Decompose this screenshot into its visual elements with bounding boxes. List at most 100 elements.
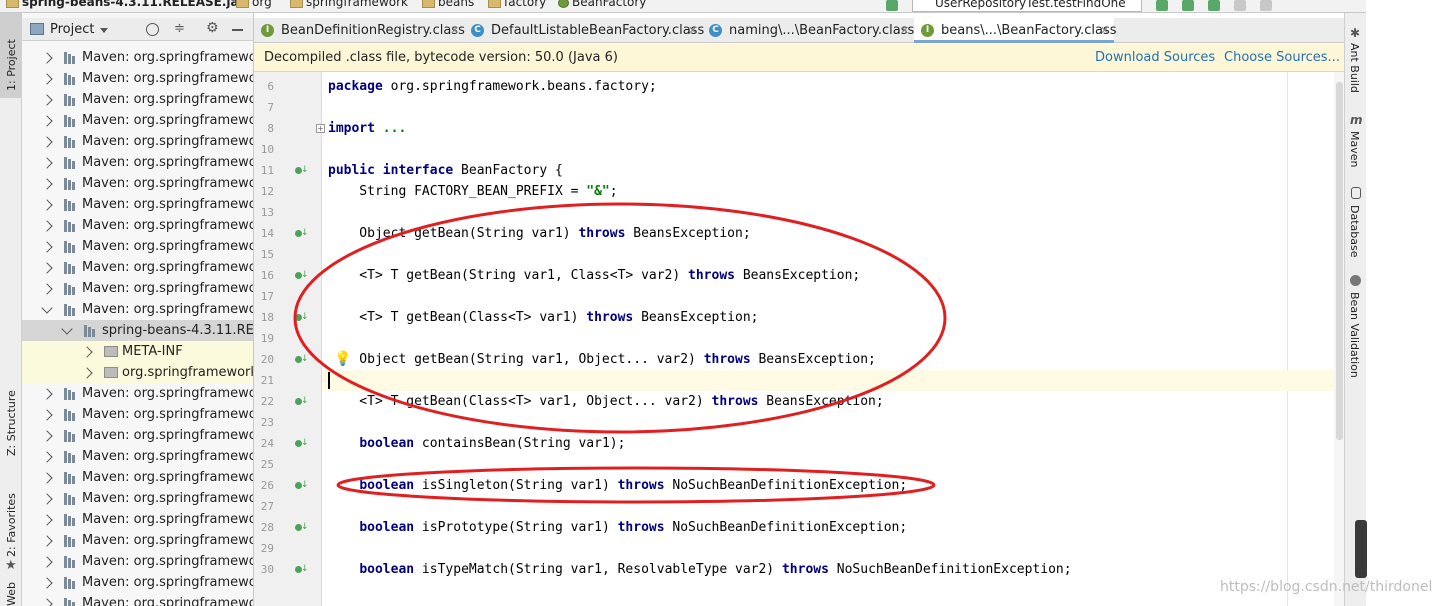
tree-item-maven-library[interactable]: Maven: org.springframework (22, 131, 253, 152)
stop-icon[interactable] (1260, 0, 1272, 11)
choose-sources-link[interactable]: Choose Sources... (1224, 44, 1340, 72)
chevron-right-icon[interactable] (41, 52, 53, 64)
chevron-down-icon[interactable] (41, 302, 53, 314)
chevron-right-icon[interactable] (41, 409, 53, 421)
structure-tool-tab[interactable]: Z: Structure (5, 390, 18, 456)
breadcrumb-springframework[interactable]: springframework (290, 0, 408, 9)
chevron-right-icon[interactable] (41, 115, 53, 127)
chevron-down-icon[interactable] (100, 28, 108, 33)
implemented-method-icon[interactable]: ↓ (295, 229, 309, 239)
project-view-select[interactable]: Project (50, 22, 94, 37)
build-icon[interactable] (886, 0, 898, 11)
chevron-right-icon[interactable] (41, 451, 53, 463)
editor-tab[interactable]: C DefaultListableBeanFactory.class ✕ (464, 18, 704, 43)
chevron-right-icon[interactable] (81, 346, 93, 358)
tree-item-spring-beans-jar[interactable]: spring-beans-4.3.11.RELEA (22, 320, 253, 341)
close-icon[interactable]: ✕ (1100, 18, 1109, 43)
chevron-right-icon[interactable] (41, 556, 53, 568)
tree-item-maven-library[interactable]: Maven: org.springframework (22, 194, 253, 215)
favorites-tool-tab[interactable]: 2: Favorites (5, 493, 18, 557)
tree-item-maven-library[interactable]: Maven: org.springframework (22, 572, 253, 593)
tree-item-maven-library[interactable]: Maven: org.springframework (22, 215, 253, 236)
chevron-right-icon[interactable] (41, 262, 53, 274)
maven-tool-tab[interactable]: Maven (1348, 131, 1361, 167)
gear-icon[interactable]: ⚙ (206, 21, 219, 35)
collapse-icon[interactable]: ≑ (174, 22, 185, 35)
tree-item-maven-library[interactable]: Maven: org.springframework (22, 509, 253, 530)
tree-item-maven-library[interactable]: Maven: org.springframework (22, 278, 253, 299)
web-tool-tab[interactable]: Web (5, 582, 18, 606)
locate-icon[interactable] (146, 23, 159, 36)
chevron-right-icon[interactable] (41, 493, 53, 505)
implemented-method-icon[interactable]: ↓ (295, 313, 309, 323)
tree-item-maven-library[interactable]: Maven: org.springframework (22, 404, 253, 425)
memory-indicator[interactable] (1355, 520, 1367, 578)
ant-build-tool-tab[interactable]: Ant Build (1348, 43, 1361, 93)
tree-item-maven-library[interactable]: Maven: org.springframework (22, 257, 253, 278)
project-tool-tab[interactable]: 1: Project (0, 13, 22, 98)
chevron-right-icon[interactable] (41, 598, 53, 606)
tree-item-maven-library[interactable]: Maven: org.springframework (22, 425, 253, 446)
editor-tab[interactable]: I BeanDefinitionRegistry.class ✕ (254, 18, 465, 43)
tree-item-maven-library[interactable]: Maven: org.springframework (22, 236, 253, 257)
close-icon[interactable]: ✕ (450, 18, 459, 43)
chevron-right-icon[interactable] (41, 94, 53, 106)
chevron-right-icon[interactable] (41, 199, 53, 211)
tree-item-maven-library[interactable]: Maven: org.springframework (22, 446, 253, 467)
chevron-right-icon[interactable] (41, 136, 53, 148)
chevron-right-icon[interactable] (41, 430, 53, 442)
implemented-method-icon[interactable]: ↓ (295, 355, 309, 365)
implemented-method-icon[interactable]: ↓ (295, 166, 309, 176)
close-icon[interactable]: ✕ (688, 18, 697, 43)
lightbulb-icon[interactable]: 💡 (334, 351, 351, 367)
chevron-right-icon[interactable] (41, 388, 53, 400)
chevron-right-icon[interactable] (41, 157, 53, 169)
chevron-right-icon[interactable] (41, 241, 53, 253)
coverage-icon[interactable] (1208, 0, 1220, 11)
tree-item-maven-library[interactable]: Maven: org.springframework (22, 488, 253, 509)
breadcrumb-beans[interactable]: beans (422, 0, 474, 9)
close-icon[interactable]: ✕ (900, 18, 909, 43)
tree-item-meta-inf[interactable]: META-INF (22, 341, 253, 362)
scrollbar-thumb[interactable] (1336, 82, 1343, 440)
tree-item-maven-library[interactable]: Maven: org.springframework (22, 530, 253, 551)
tree-item-maven-library[interactable]: Maven: org.springframework (22, 89, 253, 110)
breadcrumb-factory[interactable]: factory (488, 0, 546, 9)
implemented-method-icon[interactable]: ↓ (295, 565, 309, 575)
tree-item-maven-library[interactable]: Maven: org.springframework (22, 110, 253, 131)
profile-icon[interactable] (1234, 0, 1246, 11)
tree-item-maven-library[interactable]: Maven: org.springframework (22, 383, 253, 404)
breadcrumb-org[interactable]: org (236, 0, 272, 9)
chevron-right-icon[interactable] (41, 283, 53, 295)
chevron-right-icon[interactable] (41, 514, 53, 526)
chevron-right-icon[interactable] (41, 577, 53, 589)
implemented-method-icon[interactable]: ↓ (295, 439, 309, 449)
bean-validation-tool-tab[interactable]: Bean Validation (1348, 292, 1361, 378)
chevron-down-icon[interactable] (61, 323, 73, 335)
tree-item-maven-library[interactable]: Maven: org.springframework (22, 47, 253, 68)
debug-icon[interactable] (1182, 0, 1194, 11)
run-icon[interactable] (1156, 0, 1168, 11)
tree-item-maven-library[interactable]: Maven: org.springframework (22, 152, 253, 173)
editor-tab[interactable]: Cnaming\...\BeanFactory.class ✕ (702, 18, 914, 43)
tree-item-org-springframework[interactable]: org.springframework.b (22, 362, 253, 383)
tree-item-maven-library[interactable]: Maven: org.springframework (22, 593, 253, 606)
tree-item-maven-library[interactable]: Maven: org.springframework (22, 467, 253, 488)
chevron-right-icon[interactable] (41, 220, 53, 232)
chevron-right-icon[interactable] (81, 367, 93, 379)
code-view[interactable]: package org.springframework.beans.factor… (322, 72, 1366, 606)
tree-item-maven-expanded[interactable]: Maven: org.springframework (22, 299, 253, 320)
implemented-method-icon[interactable]: ↓ (295, 271, 309, 281)
chevron-right-icon[interactable] (41, 73, 53, 85)
breadcrumb-beanfactory[interactable]: BeanFactory (558, 0, 646, 9)
chevron-right-icon[interactable] (41, 472, 53, 484)
hide-icon[interactable] (232, 29, 243, 31)
breadcrumb-jar[interactable]: spring-beans-4.3.11.RELEASE.jar (6, 0, 245, 9)
database-tool-tab[interactable]: Database (1348, 205, 1361, 258)
chevron-right-icon[interactable] (41, 535, 53, 547)
implemented-method-icon[interactable]: ↓ (295, 523, 309, 533)
tree-item-maven-library[interactable]: Maven: org.springframework (22, 173, 253, 194)
editor-tab[interactable]: Ibeans\...\BeanFactory.class ✕ (914, 18, 1117, 43)
download-sources-link[interactable]: Download Sources (1095, 44, 1215, 72)
chevron-right-icon[interactable] (41, 178, 53, 190)
